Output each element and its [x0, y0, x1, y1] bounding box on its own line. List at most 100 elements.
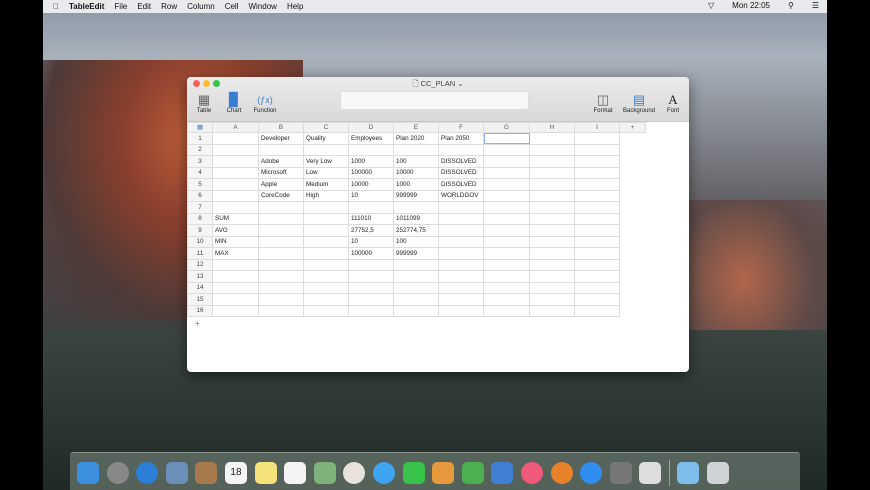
function-button[interactable]: (ƒx) Function: [247, 91, 283, 115]
cell-C7[interactable]: [303, 201, 349, 214]
select-all-icon[interactable]: ▦: [187, 122, 213, 133]
cell-E4[interactable]: 10000: [393, 166, 439, 179]
cell-I9[interactable]: [574, 224, 620, 237]
cell-E1[interactable]: Plan 2020: [393, 132, 439, 145]
cell-H11[interactable]: [529, 247, 575, 260]
cell-B3[interactable]: Adobe: [258, 155, 304, 168]
cell-G7[interactable]: [483, 201, 530, 214]
cell-D9[interactable]: 27752,5: [348, 224, 394, 237]
cell-F6[interactable]: WORLDGOV: [438, 189, 484, 202]
cell-C5[interactable]: Medium: [303, 178, 349, 191]
cell-I10[interactable]: [574, 235, 620, 248]
cell-G13[interactable]: [483, 270, 530, 283]
cell-F1[interactable]: Plan 2050: [438, 132, 484, 145]
cell-B5[interactable]: Apple: [258, 178, 304, 191]
cell-H13[interactable]: [529, 270, 575, 283]
cell-I16[interactable]: [574, 304, 620, 317]
row-header[interactable]: 10: [187, 235, 213, 248]
itunes-icon[interactable]: [520, 461, 543, 484]
cell-F2[interactable]: [438, 143, 484, 156]
cell-E10[interactable]: 100: [393, 235, 439, 248]
menu-window[interactable]: Window: [248, 2, 276, 11]
row-header[interactable]: 5: [187, 178, 213, 191]
cell-E13[interactable]: [393, 270, 439, 283]
column-header-I[interactable]: I: [574, 122, 620, 133]
cell-G16[interactable]: [483, 304, 530, 317]
cell-I13[interactable]: [574, 270, 620, 283]
cell-H1[interactable]: [529, 132, 575, 145]
cell-G3[interactable]: [483, 155, 530, 168]
cell-A15[interactable]: [212, 293, 259, 306]
cell-E8[interactable]: 1011099: [393, 212, 439, 225]
cell-H16[interactable]: [529, 304, 575, 317]
cell-D10[interactable]: 10: [348, 235, 394, 248]
cell-F9[interactable]: [438, 224, 484, 237]
add-row-button[interactable]: +: [195, 319, 200, 328]
cell-D15[interactable]: [348, 293, 394, 306]
cell-G12[interactable]: [483, 258, 530, 271]
cell-C1[interactable]: Quality: [303, 132, 349, 145]
window-title[interactable]: 🗋 CC_PLAN ⌄: [187, 78, 689, 91]
cell-G11[interactable]: [483, 247, 530, 260]
row-header[interactable]: 3: [187, 155, 213, 168]
cell-D7[interactable]: [348, 201, 394, 214]
cell-F3[interactable]: DISSOLVED: [438, 155, 484, 168]
cell-F15[interactable]: [438, 293, 484, 306]
keynote-icon[interactable]: [491, 461, 514, 484]
cell-I3[interactable]: [574, 155, 620, 168]
cell-E14[interactable]: [393, 281, 439, 294]
cell-E16[interactable]: [393, 304, 439, 317]
cell-E12[interactable]: [393, 258, 439, 271]
cell-C8[interactable]: [303, 212, 349, 225]
cell-E6[interactable]: 999999: [393, 189, 439, 202]
app-store-icon[interactable]: [580, 461, 603, 484]
cell-G4[interactable]: [483, 166, 530, 179]
cell-C4[interactable]: Low: [303, 166, 349, 179]
numbers-icon[interactable]: [461, 461, 484, 484]
cell-E15[interactable]: [393, 293, 439, 306]
menu-edit[interactable]: Edit: [137, 2, 151, 11]
column-header-C[interactable]: C: [303, 122, 349, 133]
cell-H14[interactable]: [529, 281, 575, 294]
wifi-icon[interactable]: ▽: [708, 1, 714, 10]
menu-app[interactable]: TableEdit: [69, 2, 104, 11]
cell-H7[interactable]: [529, 201, 575, 214]
cell-C9[interactable]: [303, 224, 349, 237]
system-preferences-icon[interactable]: [609, 461, 632, 484]
cell-G15[interactable]: [483, 293, 530, 306]
cell-B8[interactable]: [258, 212, 304, 225]
cell-I14[interactable]: [574, 281, 620, 294]
background-button[interactable]: ▤ Background: [619, 91, 659, 115]
cell-D12[interactable]: [348, 258, 394, 271]
maps-icon[interactable]: [313, 461, 336, 484]
cell-H9[interactable]: [529, 224, 575, 237]
cell-F7[interactable]: [438, 201, 484, 214]
cell-A4[interactable]: [212, 166, 259, 179]
row-header[interactable]: 16: [187, 304, 213, 317]
cell-F13[interactable]: [438, 270, 484, 283]
row-header[interactable]: 13: [187, 270, 213, 283]
cell-A3[interactable]: [212, 155, 259, 168]
cell-G2[interactable]: [483, 143, 530, 156]
cell-G1[interactable]: [483, 132, 530, 145]
row-header[interactable]: 4: [187, 166, 213, 179]
cell-C11[interactable]: [303, 247, 349, 260]
cell-E2[interactable]: [393, 143, 439, 156]
row-header[interactable]: 1: [187, 132, 213, 145]
spotlight-icon[interactable]: ⚲: [788, 1, 794, 10]
cell-D13[interactable]: [348, 270, 394, 283]
reminders-icon[interactable]: [284, 461, 307, 484]
tableedit-icon[interactable]: [639, 461, 662, 484]
cell-D6[interactable]: 10: [348, 189, 394, 202]
cell-A8[interactable]: SUM: [212, 212, 259, 225]
cell-C3[interactable]: Very Low: [303, 155, 349, 168]
cell-C16[interactable]: [303, 304, 349, 317]
cell-G14[interactable]: [483, 281, 530, 294]
row-header[interactable]: 8: [187, 212, 213, 225]
cell-B4[interactable]: Microsoft: [258, 166, 304, 179]
cell-B1[interactable]: Developer: [258, 132, 304, 145]
cell-A5[interactable]: [212, 178, 259, 191]
cell-D5[interactable]: 10000: [348, 178, 394, 191]
font-button[interactable]: A Font: [655, 91, 689, 115]
cell-E7[interactable]: [393, 201, 439, 214]
